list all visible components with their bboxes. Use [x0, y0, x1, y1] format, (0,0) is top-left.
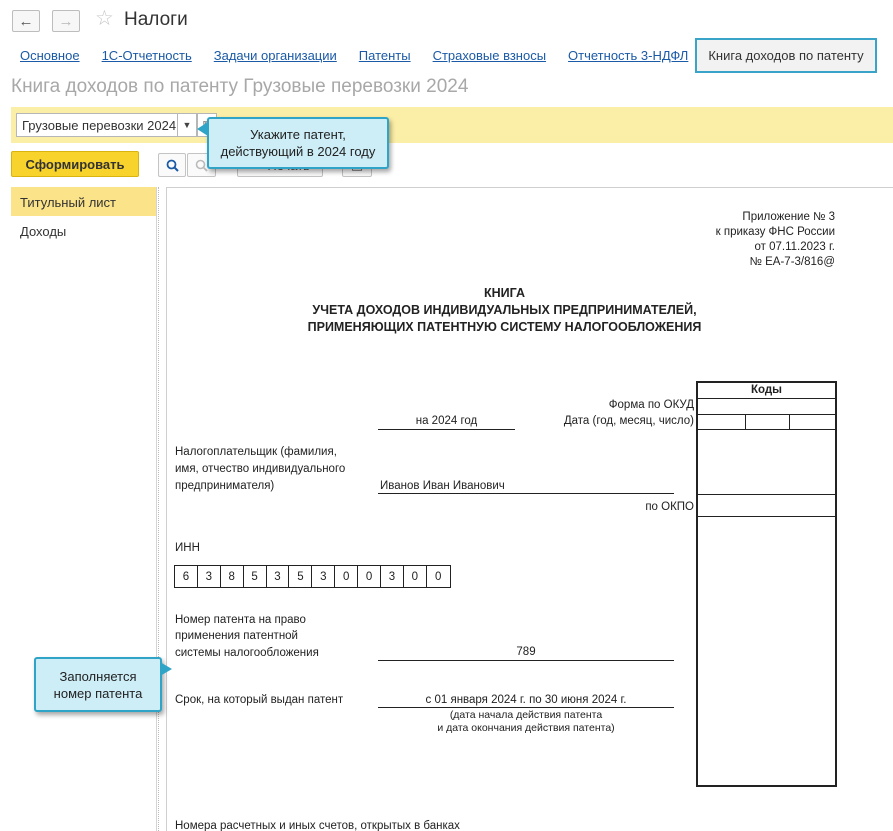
inn-digit: 0	[404, 566, 427, 587]
inn-label: ИНН	[175, 542, 200, 554]
accounts-label: Номера расчетных и иных счетов, открытых…	[175, 820, 460, 831]
taxpayer-label-line-3: предпринимателя)	[175, 480, 275, 492]
inn-digit: 5	[289, 566, 313, 587]
inn-cells: 6 3 8 5 3 5 3 0 0 3 0 0	[174, 565, 451, 588]
doc-title-line-2: УЧЕТА ДОХОДОВ ИНДИВИДУАЛЬНЫХ ПРЕДПРИНИМА…	[312, 303, 697, 317]
patent-number-value: 789	[516, 646, 536, 658]
favorite-star-icon[interactable]: ☆	[95, 8, 114, 29]
inn-digit: 3	[381, 566, 404, 587]
inn-digit: 3	[267, 566, 290, 587]
patent-select[interactable]: Грузовые перевозки 2024	[16, 113, 178, 137]
search-icon	[166, 159, 179, 172]
inn-digit: 5	[244, 566, 267, 587]
inn-digit: 8	[221, 566, 244, 587]
tab-kniga-dohodov[interactable]: Книга доходов по патенту	[695, 37, 877, 73]
period-label: Срок, на который выдан патент	[175, 694, 344, 706]
window-title: Налоги	[124, 9, 188, 30]
year-text: на 2024 год	[415, 415, 478, 427]
tab-patenty[interactable]: Патенты	[359, 48, 411, 63]
tab-osnovnoe[interactable]: Основное	[20, 48, 80, 63]
left-item-title-page[interactable]: Титульный лист	[11, 187, 156, 216]
callout-patent-pointer	[197, 122, 208, 136]
tab-zadachi-organizacii[interactable]: Задачи организации	[214, 48, 337, 63]
forward-button[interactable]: →	[52, 10, 80, 32]
document-preview: Приложение № 3 к приказу ФНС России от 0…	[167, 187, 893, 831]
patent-number-label-line-1: Номер патента на право	[175, 614, 306, 626]
appendix-line-3: от 07.11.2023 г.	[754, 241, 836, 253]
period-note-line-2: и дата окончания действия патента)	[437, 722, 615, 734]
codes-header: Коды	[750, 384, 782, 396]
inn-digit: 6	[175, 566, 198, 587]
form-okud-label: Форма по ОКУД	[608, 399, 694, 411]
tab-strahovye-vznosy[interactable]: Страховые взносы	[433, 48, 546, 63]
patent-dropdown-button[interactable]: ▼	[177, 113, 197, 137]
tab-1c-otchetnost[interactable]: 1С-Отчетность	[102, 48, 192, 63]
patent-number-label-line-3: системы налогообложения	[175, 647, 319, 659]
inn-digit: 3	[198, 566, 221, 587]
period-note-line-1: (дата начала действия патента	[449, 709, 603, 721]
section-tabs: Основное 1С-Отчетность Задачи организаци…	[12, 37, 877, 73]
inn-digit: 3	[312, 566, 336, 587]
codes-box: Коды	[696, 381, 837, 787]
page-title: Книга доходов по патенту Грузовые перево…	[11, 76, 469, 97]
taxpayer-value: Иванов Иван Иванович	[380, 480, 505, 492]
okpo-label: по ОКПО	[645, 501, 694, 513]
callout-patent-hint: Укажите патент, действующий в 2024 году	[207, 117, 389, 169]
back-button[interactable]: ←	[12, 10, 40, 32]
period-value: с 01 января 2024 г. по 30 июня 2024 г.	[425, 694, 627, 706]
panel-splitter[interactable]	[158, 187, 167, 831]
arrow-left-icon: ←	[18, 12, 34, 30]
callout-number-hint: Заполняется номер патента	[34, 657, 162, 712]
doc-title-line-1: КНИГА	[484, 286, 525, 300]
callout-number-text: Заполняется номер патента	[53, 668, 143, 701]
arrow-right-icon: →	[58, 12, 74, 30]
search-button[interactable]	[158, 153, 186, 177]
triangle-down-icon: ▼	[182, 120, 192, 130]
inn-digit: 0	[435, 570, 442, 583]
left-item-income[interactable]: Доходы	[11, 216, 156, 245]
inn-digit: 0	[358, 566, 382, 587]
date-label: Дата (год, месяц, число)	[563, 415, 694, 427]
doc-title-line-3: ПРИМЕНЯЮЩИХ ПАТЕНТНУЮ СИСТЕМУ НАЛОГООБЛО…	[307, 320, 702, 334]
taxpayer-label-line-1: Налогоплательщик (фамилия,	[175, 446, 337, 458]
taxpayer-label-line-2: имя, отчество индивидуального	[175, 463, 346, 475]
tab-otchetnost-3-ndfl[interactable]: Отчетность 3-НДФЛ	[568, 48, 688, 63]
appendix-line-4: № ЕА-7-3/816@	[749, 256, 835, 268]
callout-patent-text: Укажите патент, действующий в 2024 году	[220, 127, 376, 159]
inn-digit: 0	[335, 566, 359, 587]
appendix-line-2: к приказу ФНС России	[715, 226, 835, 238]
appendix-line-1: Приложение № 3	[742, 211, 835, 223]
generate-button[interactable]: Сформировать	[11, 151, 139, 177]
callout-number-pointer	[160, 662, 172, 676]
left-panel: Титульный лист Доходы	[11, 187, 157, 831]
patent-number-label-line-2: применения патентной	[175, 630, 298, 642]
